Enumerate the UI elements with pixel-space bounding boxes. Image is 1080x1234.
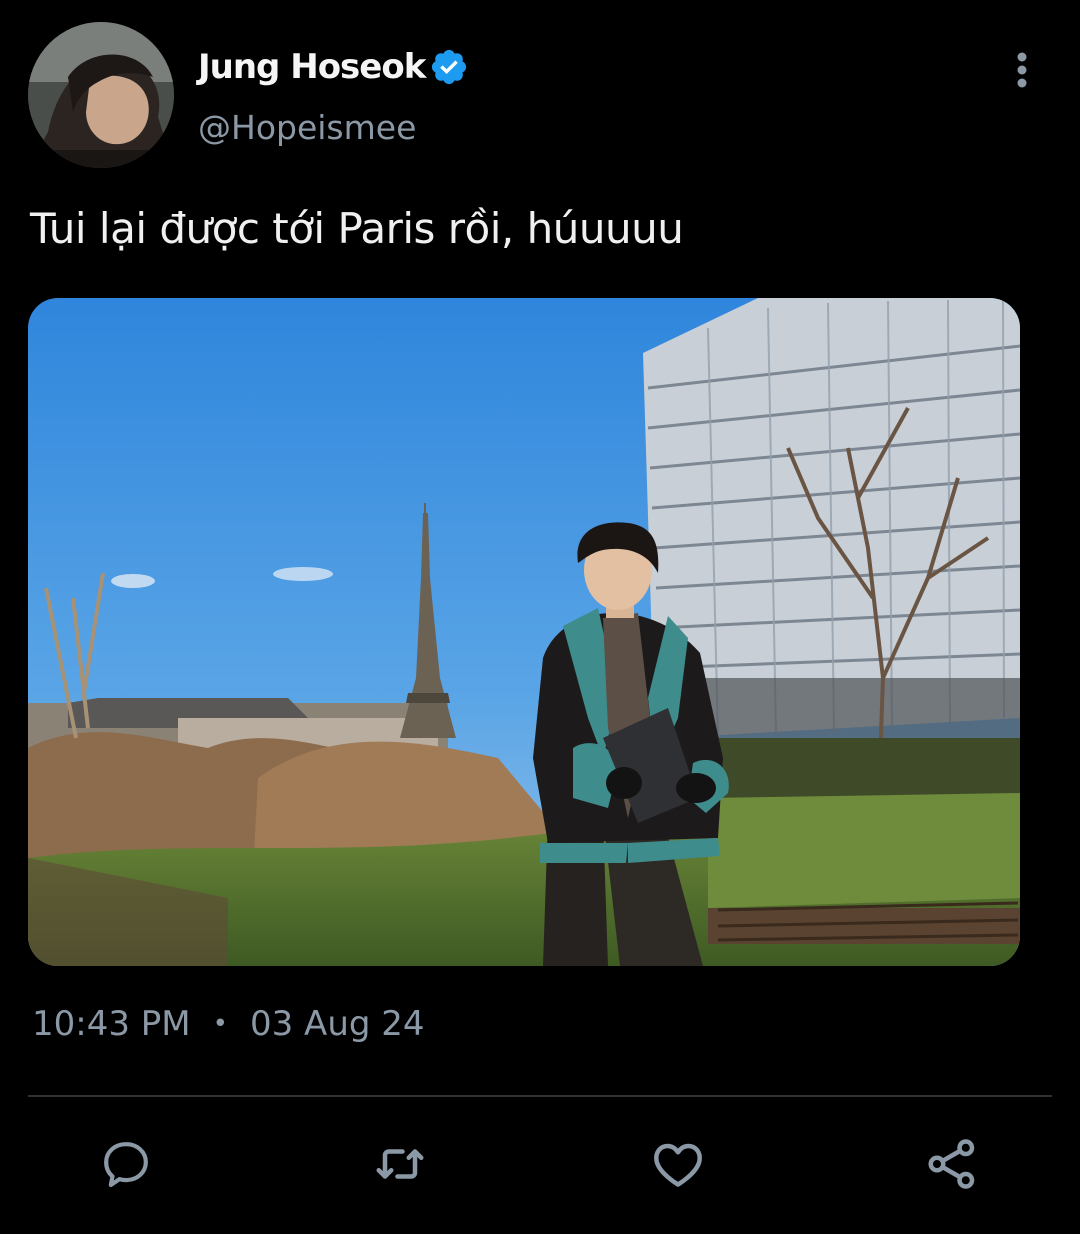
like-button[interactable] <box>648 1134 708 1194</box>
speech-bubble-icon <box>104 1142 148 1188</box>
meta-separator: • <box>212 1009 228 1039</box>
retweet-icon <box>376 1149 424 1179</box>
avatar[interactable] <box>28 22 174 168</box>
photo-eiffel-tower-garden <box>28 298 1020 966</box>
display-name[interactable]: Jung Hoseok <box>198 47 426 87</box>
tweet-meta: 10:43 PM • 03 Aug 24 <box>32 1004 425 1044</box>
reply-button[interactable] <box>96 1134 156 1194</box>
tweet-date: 03 Aug 24 <box>249 1004 425 1044</box>
author-handle[interactable]: @Hopeismee <box>198 108 416 147</box>
tweet-time: 10:43 PM <box>32 1004 191 1044</box>
share-button[interactable] <box>922 1134 982 1194</box>
tweet: Jung Hoseok @Hopeismee Tui lại được tới … <box>0 0 1080 1234</box>
vertical-dots-icon <box>1017 52 1027 88</box>
retweet-button[interactable] <box>370 1134 430 1194</box>
more-options-button[interactable] <box>1000 48 1044 92</box>
share-icon <box>928 1139 975 1189</box>
author-name-row[interactable]: Jung Hoseok <box>198 42 469 92</box>
verified-badge-icon <box>432 49 467 85</box>
tweet-text: Tui lại được tới Paris rồi, húuuuu <box>30 204 684 253</box>
heart-icon <box>654 1143 702 1187</box>
avatar-image <box>28 22 174 168</box>
divider <box>28 1095 1052 1097</box>
tweet-photo[interactable] <box>28 298 1020 966</box>
